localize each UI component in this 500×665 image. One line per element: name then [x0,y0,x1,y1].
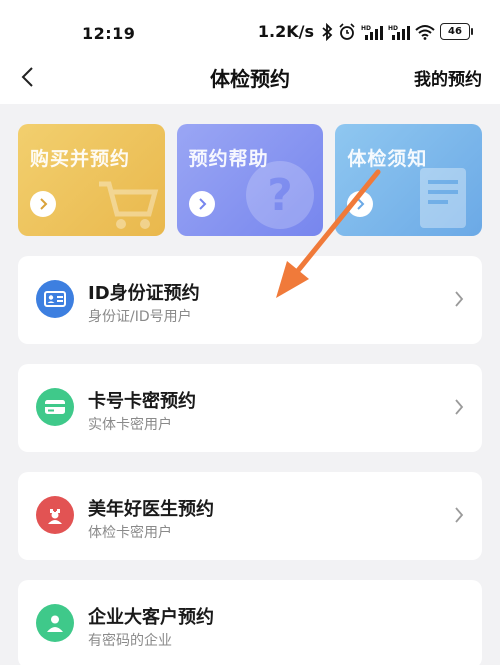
battery-level: 46 [448,26,462,37]
enterprise-booking-item[interactable]: 企业大客户预约 有密码的企业 [18,580,482,665]
buy-and-book-card[interactable]: 购买并预约 [18,124,165,236]
status-time: 12:19 [82,24,136,43]
question-icon: ? [246,161,315,229]
chevron-right-icon[interactable] [30,191,56,217]
item-subtitle: 身份证/ID号用户 [88,309,192,325]
exam-notice-card[interactable]: 体检须知 [335,124,483,236]
item-subtitle: 体检卡密用户 [88,525,172,541]
document-icon [420,168,467,228]
chevron-right-icon [455,291,464,307]
booking-options-list: ID身份证预约 身份证/ID号用户 卡号卡密预约 实体卡密用户 美年好医生预约 … [18,256,482,665]
quick-cards: 购买并预约 预约帮助 ? 体检须知 [18,124,483,236]
my-appointments-button[interactable]: 我的预约 [414,65,482,90]
cart-icon [98,181,158,229]
top-area: 12:19 1.2K/s HD HD 46 体检预约 我的预约 [0,0,500,104]
alarm-icon [338,22,356,41]
nav-bar: 体检预约 我的预约 [0,56,500,104]
item-subtitle: 有密码的企业 [88,633,172,649]
booking-help-card[interactable]: 预约帮助 ? [176,124,324,236]
chevron-right-icon [455,399,464,415]
chevron-right-icon[interactable] [188,191,215,217]
card-icon [36,388,74,426]
item-subtitle: 实体卡密用户 [88,417,172,433]
id-card-icon [36,280,74,318]
item-title: ID身份证预约 [88,283,200,304]
chevron-right-icon [455,507,464,523]
meinian-doctor-booking-item[interactable]: 美年好医生预约 体检卡密用户 [18,472,482,560]
battery-icon: 46 [440,23,473,40]
status-bar: 12:19 1.2K/s HD HD 46 [0,0,500,56]
item-title: 企业大客户预约 [88,607,214,628]
svg-text:HD: HD [388,25,398,32]
wifi-icon [415,24,435,40]
chevron-right-icon[interactable] [347,191,374,217]
doctor-icon [36,496,74,534]
card-label: 购买并预约 [30,148,131,170]
svg-text:HD: HD [361,25,371,32]
item-title: 卡号卡密预约 [88,391,196,412]
svg-text:?: ? [268,170,294,221]
card-number-booking-item[interactable]: 卡号卡密预约 实体卡密用户 [18,364,482,452]
id-card-booking-item[interactable]: ID身份证预约 身份证/ID号用户 [18,256,482,344]
item-title: 美年好医生预约 [88,499,214,520]
signal-hd-icon: HD [388,24,410,40]
user-icon [36,604,74,642]
network-speed: 1.2K/s [257,22,314,41]
bluetooth-icon [321,22,333,41]
status-indicators: 1.2K/s HD HD 46 [257,22,473,41]
signal-hd-icon: HD [361,24,383,40]
